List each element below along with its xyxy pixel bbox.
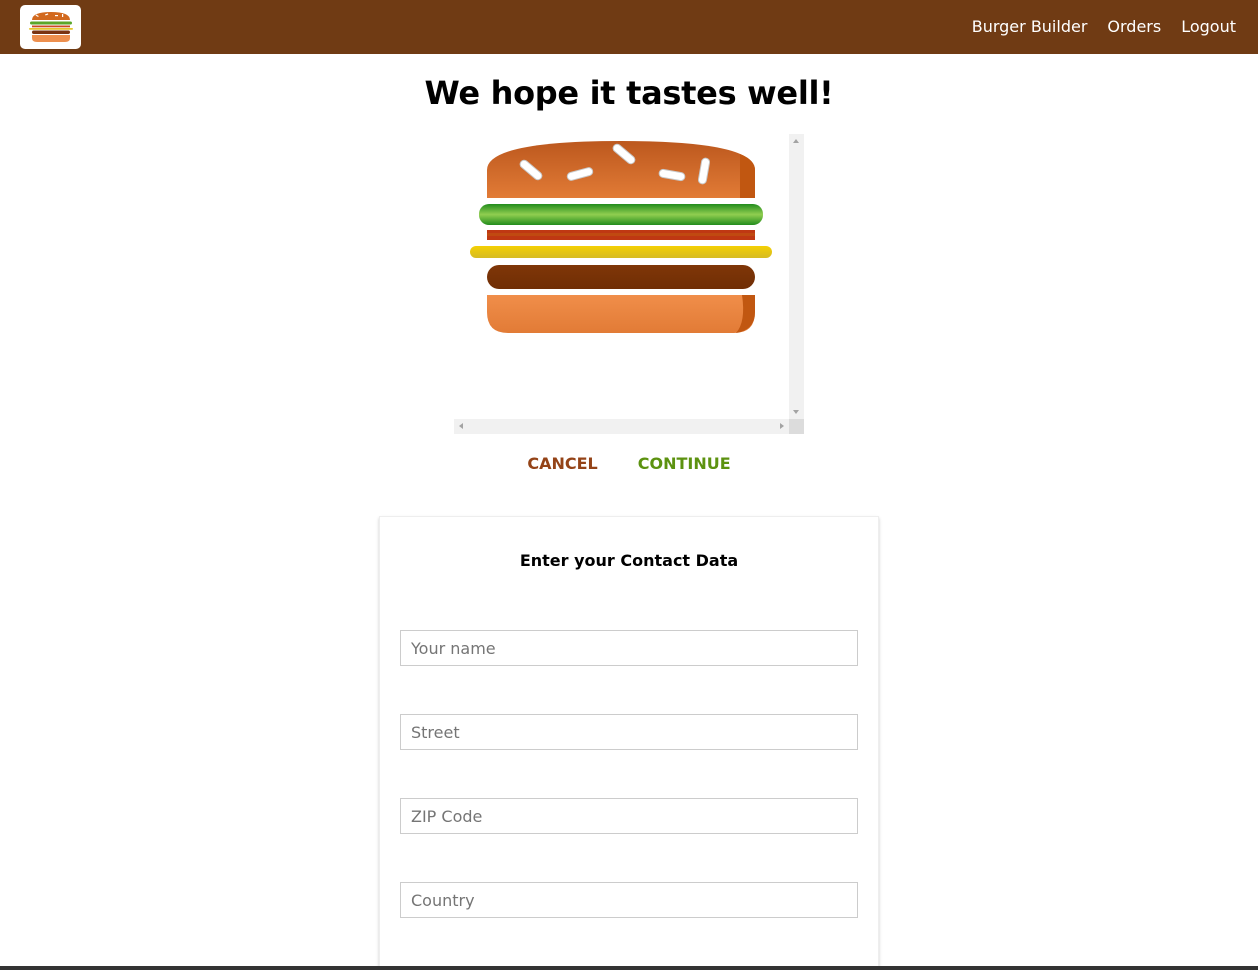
window-bottom-edge <box>0 966 1258 970</box>
nav-orders[interactable]: Orders <box>1097 0 1171 54</box>
scroll-down-icon[interactable] <box>793 410 799 414</box>
summary-actions: CANCEL CONTINUE <box>0 452 1258 475</box>
continue-button[interactable]: CONTINUE <box>638 452 731 475</box>
contact-title: Enter your Contact Data <box>519 551 739 570</box>
scroll-left-icon[interactable] <box>459 423 463 429</box>
toolbar: Burger Builder Orders Logout <box>0 0 1258 54</box>
cancel-button[interactable]: CANCEL <box>527 452 597 475</box>
contact-data-panel: Enter your Contact Data <box>379 516 879 970</box>
burger-logo-icon <box>28 12 73 42</box>
burger-illustration <box>470 141 772 333</box>
name-input[interactable] <box>400 630 858 666</box>
scroll-up-icon[interactable] <box>793 139 799 143</box>
zip-code-input[interactable] <box>400 798 858 834</box>
checkout-summary: We hope it tastes well! <box>0 54 1258 112</box>
nav-logout[interactable]: Logout <box>1171 0 1236 54</box>
street-input[interactable] <box>400 714 858 750</box>
nav-burger-builder[interactable]: Burger Builder <box>962 0 1098 54</box>
page-title: We hope it tastes well! <box>424 74 834 112</box>
vertical-scrollbar[interactable] <box>789 134 804 419</box>
horizontal-scrollbar[interactable] <box>454 419 789 434</box>
scroll-corner <box>789 419 804 434</box>
burger-logo[interactable] <box>20 5 81 49</box>
country-input[interactable] <box>400 882 858 918</box>
scroll-right-icon[interactable] <box>780 423 784 429</box>
burger-preview <box>454 134 804 434</box>
main-nav: Burger Builder Orders Logout <box>962 0 1236 54</box>
